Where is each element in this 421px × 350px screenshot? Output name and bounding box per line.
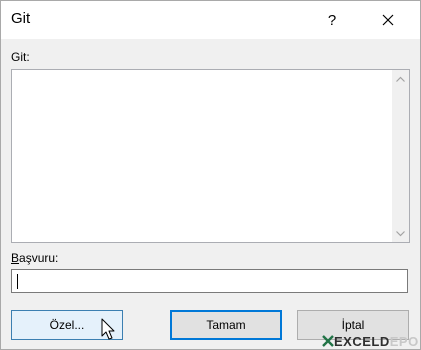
help-button[interactable]: ?	[310, 1, 354, 39]
mouse-pointer-icon	[101, 318, 115, 340]
reference-label: Başvuru:	[11, 251, 58, 265]
vertical-scrollbar[interactable]	[392, 70, 409, 242]
reference-label-rest: aşvuru:	[19, 251, 59, 265]
goto-list-label: Git:	[11, 50, 30, 64]
exceldepo-logo-icon	[322, 335, 334, 347]
window-title: Git	[11, 10, 31, 27]
goto-listbox[interactable]	[11, 69, 410, 243]
chevron-up-icon	[396, 76, 405, 82]
close-button[interactable]	[366, 1, 410, 39]
close-icon	[382, 14, 394, 26]
scroll-down-arrow[interactable]	[392, 225, 409, 242]
reference-label-accesskey: B	[11, 251, 20, 265]
watermark: EXCELD EPO	[322, 333, 419, 349]
watermark-brand: EXCELD	[334, 333, 390, 349]
title-bar[interactable]: Git ?	[1, 1, 420, 39]
watermark-suffix: EPO	[389, 333, 419, 349]
scroll-up-arrow[interactable]	[392, 70, 409, 87]
ok-button[interactable]: Tamam	[170, 310, 282, 340]
chevron-down-icon	[396, 230, 405, 236]
text-caret	[17, 274, 18, 289]
reference-input[interactable]	[11, 269, 408, 293]
goto-dialog: Git ? Git: Başvuru: Özel... Tamam İptal	[0, 0, 421, 350]
